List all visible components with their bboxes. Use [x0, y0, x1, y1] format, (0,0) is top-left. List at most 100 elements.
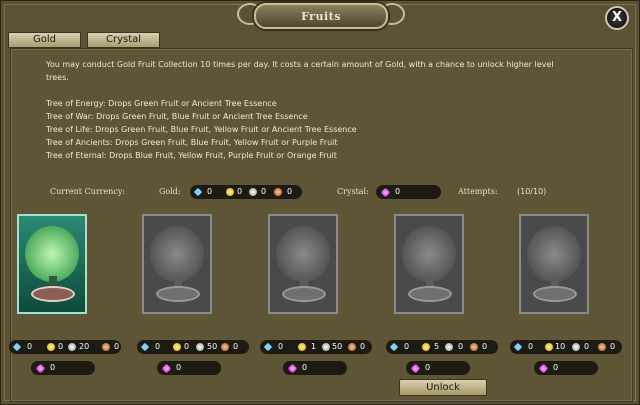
- gold-coin-icon: [298, 343, 306, 351]
- silver-coin-icon: [249, 188, 257, 196]
- cost-diamond: 0: [278, 342, 284, 351]
- silver-coin-icon: [445, 343, 453, 351]
- unlock-button[interactable]: Unlock: [399, 379, 487, 396]
- crystal-balance: 0: [376, 185, 441, 199]
- diamond-icon: [12, 342, 22, 352]
- tree-image: [25, 226, 79, 282]
- tree-pedestal: [31, 286, 75, 302]
- crystal-gem-icon: [287, 363, 298, 374]
- cost-copper: 0: [360, 342, 366, 351]
- silver-coin-icon: [572, 343, 580, 351]
- tree-card-ancients[interactable]: [394, 214, 464, 314]
- cost-silver: 50: [332, 342, 343, 351]
- fruits-window: Fruits X Gold Crystal You may conduct Go…: [0, 0, 640, 405]
- crystal-gem-icon: [538, 363, 549, 374]
- cost-copper: 0: [233, 342, 239, 351]
- crystal-cost: 0: [302, 363, 308, 372]
- crystal-gem-icon: [380, 187, 391, 198]
- diamond-icon: [263, 342, 273, 352]
- card-cost-war: 0 0 50 0: [137, 340, 249, 354]
- copper-coin-icon: [598, 343, 606, 351]
- close-icon: X: [611, 10, 623, 25]
- cost-gold: 1: [311, 342, 317, 351]
- tab-crystal[interactable]: Crystal: [87, 32, 160, 48]
- crystal-cost: 0: [176, 363, 182, 372]
- cost-diamond: 0: [528, 342, 534, 351]
- tree-image: [276, 226, 330, 282]
- crystal-value: 0: [395, 187, 401, 196]
- close-button[interactable]: X: [605, 6, 629, 30]
- silver-coin-icon: [68, 343, 76, 351]
- tree-description: Tree of Energy: Drops Green Fruit or Anc…: [46, 99, 277, 108]
- card-crystal-eternal: 0: [534, 361, 598, 375]
- cost-silver: 20: [79, 342, 90, 351]
- crystal-label: Crystal:: [337, 187, 369, 196]
- tree-pedestal: [408, 286, 452, 302]
- crystal-gem-icon: [161, 363, 172, 374]
- crystal-cost: 0: [553, 363, 559, 372]
- copper-coin-icon: [274, 188, 282, 196]
- tree-image: [150, 226, 204, 282]
- tab-gold[interactable]: Gold: [8, 32, 81, 48]
- tree-description: Tree of War: Drops Green Fruit, Blue Fru…: [46, 112, 308, 121]
- cost-silver: 50: [207, 342, 218, 351]
- diamond-icon: [513, 342, 523, 352]
- gold-coin-icon: [226, 188, 234, 196]
- gold-coin-icon: [545, 343, 553, 351]
- intro-text: You may conduct Gold Fruit Collection 10…: [46, 60, 554, 69]
- attempts-value: (10/10): [517, 187, 547, 196]
- tree-pedestal: [282, 286, 326, 302]
- card-crystal-life: 0: [283, 361, 347, 375]
- card-crystal-energy: 0: [31, 361, 95, 375]
- cost-copper: 0: [482, 342, 488, 351]
- tree-card-war[interactable]: [142, 214, 212, 314]
- crystal-gem-icon: [35, 363, 46, 374]
- cost-gold: 10: [555, 342, 566, 351]
- card-crystal-ancients: 0: [406, 361, 470, 375]
- title-plate: Fruits: [254, 3, 388, 29]
- cost-gold: 0: [58, 342, 64, 351]
- cost-copper: 0: [610, 342, 616, 351]
- cost-gold: 5: [434, 342, 440, 351]
- crystal-cost: 0: [50, 363, 56, 372]
- cost-diamond: 0: [404, 342, 410, 351]
- tree-card-energy[interactable]: [17, 214, 87, 314]
- crystal-gem-icon: [410, 363, 421, 374]
- silver-coin-icon: [322, 343, 330, 351]
- tree-description: Tree of Life: Drops Green Fruit, Blue Fr…: [46, 125, 357, 134]
- tree-pedestal: [156, 286, 200, 302]
- copper-coin-icon: [470, 343, 478, 351]
- diamond-icon: [389, 342, 399, 352]
- tree-description: Tree of Eternal: Drops Blue Fruit, Yello…: [46, 151, 337, 160]
- cost-diamond: 0: [155, 342, 161, 351]
- gold-coin-icon: [173, 343, 181, 351]
- cost-copper: 0: [114, 342, 120, 351]
- diamond-value: 0: [207, 187, 213, 196]
- card-crystal-war: 0: [157, 361, 221, 375]
- silver-value: 0: [261, 187, 267, 196]
- cost-silver: 0: [458, 342, 464, 351]
- cost-gold: 0: [184, 342, 190, 351]
- gold-value: 0: [237, 187, 243, 196]
- diamond-icon: [193, 187, 203, 197]
- intro-text-continued: trees.: [46, 73, 69, 82]
- tree-image: [527, 226, 581, 282]
- cost-silver: 0: [584, 342, 590, 351]
- silver-coin-icon: [196, 343, 204, 351]
- diamond-icon: [140, 342, 150, 352]
- card-cost-eternal: 0 10 0 0: [510, 340, 622, 354]
- tree-card-life[interactable]: [268, 214, 338, 314]
- gold-coin-icon: [47, 343, 55, 351]
- copper-value: 0: [287, 187, 293, 196]
- cost-diamond: 0: [27, 342, 33, 351]
- tree-card-eternal[interactable]: [519, 214, 589, 314]
- attempts-label: Attempts:: [458, 187, 498, 196]
- window-title: Fruits: [301, 10, 341, 23]
- crystal-cost: 0: [425, 363, 431, 372]
- card-cost-energy: 0 0 20 0: [9, 340, 121, 354]
- copper-coin-icon: [348, 343, 356, 351]
- tree-pedestal: [533, 286, 577, 302]
- copper-coin-icon: [102, 343, 110, 351]
- gold-coin-icon: [422, 343, 430, 351]
- current-currency-label: Current Currency:: [50, 187, 126, 196]
